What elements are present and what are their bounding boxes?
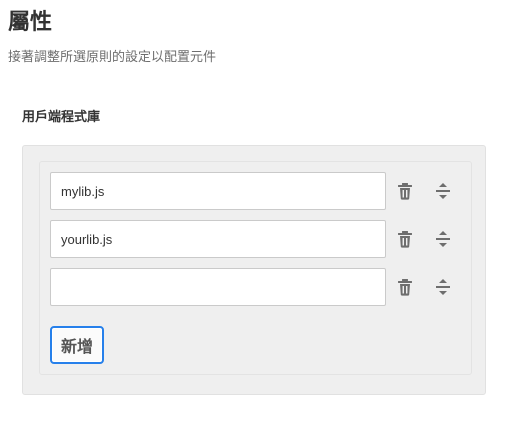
page-subtitle: 接著調整所選原則的設定以配置元件 xyxy=(8,50,217,65)
library-input[interactable] xyxy=(50,268,386,306)
add-button[interactable]: 新增 xyxy=(50,326,104,364)
library-input[interactable] xyxy=(50,220,386,258)
library-row xyxy=(50,220,460,258)
delete-button[interactable] xyxy=(389,268,421,306)
library-input[interactable] xyxy=(50,172,386,210)
reorder-handle[interactable] xyxy=(427,172,459,210)
reorder-handle[interactable] xyxy=(427,268,459,306)
trash-icon xyxy=(398,231,412,248)
client-library-list: 新增 xyxy=(39,161,472,375)
drag-handle-icon xyxy=(436,183,450,199)
drag-handle-icon xyxy=(436,279,450,295)
reorder-handle[interactable] xyxy=(427,220,459,258)
trash-icon xyxy=(398,279,412,296)
client-library-panel: 新增 xyxy=(22,145,486,395)
library-row xyxy=(50,268,460,306)
properties-page: 屬性 接著調整所選原則的設定以配置元件 用戶端程式庫 mylib.js your… xyxy=(0,0,517,421)
page-title: 屬性 xyxy=(8,10,53,35)
library-row xyxy=(50,172,460,210)
trash-icon xyxy=(398,183,412,200)
delete-button[interactable] xyxy=(389,172,421,210)
drag-handle-icon xyxy=(436,231,450,247)
delete-button[interactable] xyxy=(389,220,421,258)
client-library-label: 用戶端程式庫 xyxy=(22,110,101,125)
